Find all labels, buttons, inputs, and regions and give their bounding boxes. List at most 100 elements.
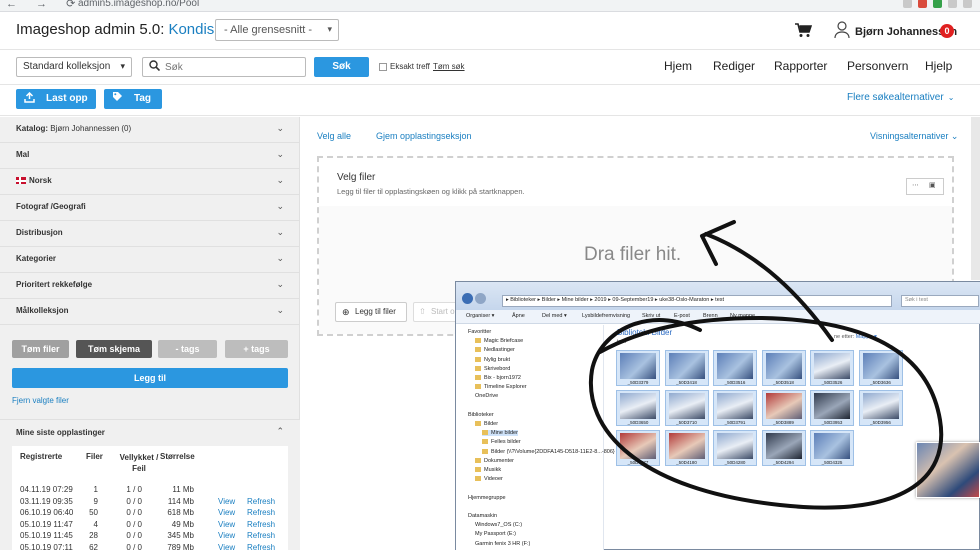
- image-thumbnail[interactable]: _50D4280: [713, 430, 757, 466]
- view-toggle[interactable]: ⋯ ▣: [906, 178, 944, 195]
- extension-icon[interactable]: [933, 0, 942, 8]
- explorer-nav-item[interactable]: Bilder: [475, 421, 498, 427]
- nav-edit[interactable]: Rediger: [713, 59, 755, 73]
- thumbnail-view-icon[interactable]: ▣: [929, 181, 936, 189]
- extension-icon[interactable]: [963, 0, 972, 8]
- explorer-nav-item[interactable]: Felles bilder: [482, 439, 521, 445]
- image-thumbnail[interactable]: _50D3636: [858, 350, 903, 386]
- explorer-nav-item[interactable]: Favoritter: [468, 329, 491, 335]
- explorer-nav-item[interactable]: Musikk: [475, 467, 501, 473]
- extension-icon[interactable]: [948, 0, 957, 8]
- explorer-nav-item[interactable]: Windows7_OS (C:): [475, 522, 522, 528]
- explorer-nav-item[interactable]: Datamaskin: [468, 513, 497, 519]
- nav-privacy[interactable]: Personvern: [847, 59, 908, 73]
- view-link[interactable]: View: [218, 508, 235, 517]
- clear-files-button[interactable]: Tøm filer: [12, 340, 69, 358]
- view-link[interactable]: View: [218, 531, 235, 540]
- explorer-nav-item[interactable]: Bilder (\\?\Volume{2DDFA145-D518-11E2-8.…: [482, 449, 615, 455]
- image-thumbnail[interactable]: _50D4180: [664, 430, 709, 466]
- add-files-button[interactable]: ⊕ Legg til filer: [335, 302, 407, 322]
- image-thumbnail[interactable]: _50D3650: [616, 390, 660, 426]
- tag-button[interactable]: Tag: [104, 89, 162, 109]
- filter-target-collection[interactable]: Målkolleksjon ⌄: [0, 299, 300, 325]
- chevron-up-icon[interactable]: ⌃: [276, 426, 284, 437]
- clear-form-button[interactable]: Tøm skjema: [76, 340, 152, 358]
- explorer-address-bar[interactable]: ▸ Biblioteker ▸ Bilder ▸ Mine bilder ▸ 2…: [502, 295, 892, 307]
- explorer-email[interactable]: E-post: [674, 313, 690, 319]
- cart-icon[interactable]: [795, 23, 813, 42]
- image-thumbnail[interactable]: _50D3953: [810, 390, 854, 426]
- explorer-nav-item[interactable]: Dokumenter: [475, 458, 514, 464]
- image-thumbnail[interactable]: _50D4294: [761, 430, 806, 466]
- collection-select[interactable]: Standard kolleksjon ▾: [16, 57, 132, 77]
- refresh-link[interactable]: Refresh: [247, 543, 275, 550]
- filter-photographer[interactable]: Fotograf /Geografi ⌄: [0, 195, 300, 221]
- remove-tags-button[interactable]: - tags: [158, 340, 217, 358]
- image-thumbnail[interactable]: _50D4077: [616, 430, 660, 466]
- explorer-nav-item[interactable]: Bix - bjorn1972: [475, 375, 521, 381]
- explorer-nav-item[interactable]: Skrivebord: [475, 366, 510, 372]
- explorer-burn[interactable]: Brenn: [703, 313, 718, 319]
- refresh-link[interactable]: Refresh: [247, 520, 275, 529]
- image-thumbnail[interactable]: _50D3418: [664, 350, 709, 386]
- explorer-nav-item[interactable]: My Passport (E:): [475, 531, 516, 537]
- image-thumbnail[interactable]: _50D4325: [810, 430, 854, 466]
- arrange-by[interactable]: ne etter: Mappe ▾: [834, 334, 877, 340]
- exact-match-checkbox[interactable]: [379, 63, 387, 71]
- extension-icon[interactable]: [918, 0, 927, 8]
- add-tags-button[interactable]: + tags: [225, 340, 288, 358]
- view-link[interactable]: View: [218, 497, 235, 506]
- search-input[interactable]: [165, 60, 301, 74]
- image-thumbnail[interactable]: _50D3791: [713, 390, 757, 426]
- list-view-icon[interactable]: ⋯: [912, 181, 919, 189]
- explorer-print[interactable]: Skriv ut: [642, 313, 660, 319]
- clear-search-link[interactable]: Tøm søk: [433, 62, 465, 71]
- image-thumbnail[interactable]: _50D3379: [616, 350, 660, 386]
- filter-categories[interactable]: Kategorier ⌄: [0, 247, 300, 273]
- explorer-nav-item[interactable]: Hjemmegruppe: [468, 495, 506, 501]
- explorer-nav-item[interactable]: Nedlastinger: [475, 347, 515, 353]
- explorer-open[interactable]: Åpne: [512, 313, 525, 319]
- view-options-link[interactable]: Visningsalternativer ⌄: [870, 131, 958, 142]
- view-link[interactable]: View: [218, 520, 235, 529]
- image-thumbnail[interactable]: _50D3526: [810, 350, 854, 386]
- explorer-nav-item[interactable]: Videoer: [475, 476, 503, 482]
- interface-select[interactable]: - Alle grensesnitt - ▾: [215, 19, 339, 41]
- explorer-share[interactable]: Del med ▾: [542, 313, 567, 319]
- explorer-nav-item[interactable]: Timeline Explorer: [475, 384, 527, 390]
- select-all-link[interactable]: Velg alle: [317, 131, 351, 141]
- search-button[interactable]: Søk: [314, 57, 369, 77]
- refresh-link[interactable]: Refresh: [247, 497, 275, 506]
- view-link[interactable]: View: [218, 543, 235, 550]
- upload-button[interactable]: Last opp: [16, 89, 96, 109]
- image-thumbnail[interactable]: _50D3710: [664, 390, 709, 426]
- image-thumbnail[interactable]: _50D3518: [761, 350, 806, 386]
- image-thumbnail[interactable]: _50D3516: [713, 350, 757, 386]
- nav-reports[interactable]: Rapporter: [774, 59, 827, 73]
- nav-help[interactable]: Hjelp: [925, 59, 952, 73]
- image-thumbnail[interactable]: _50D3889: [761, 390, 806, 426]
- filter-template[interactable]: Mal ⌄: [0, 143, 300, 169]
- explorer-search-input[interactable]: Søk i test: [901, 295, 979, 307]
- user-icon[interactable]: [834, 21, 850, 39]
- refresh-link[interactable]: Refresh: [247, 508, 275, 517]
- explorer-nav-item[interactable]: Magic Briefcase: [475, 338, 523, 344]
- forward-icon[interactable]: [475, 293, 486, 304]
- more-search-options-link[interactable]: Flere søkealternativer ⌄: [847, 92, 954, 103]
- remove-selected-files-link[interactable]: Fjern valgte filer: [12, 396, 69, 405]
- brand-name[interactable]: Kondis: [168, 21, 214, 38]
- explorer-nav-item[interactable]: OneDrive: [475, 393, 498, 399]
- explorer-nav-item[interactable]: Garmin fenix 3 HR (F:): [475, 541, 530, 547]
- filter-distribution[interactable]: Distribusjon ⌄: [0, 221, 300, 247]
- explorer-slideshow[interactable]: Lysbildefremvisning: [582, 313, 630, 319]
- back-icon[interactable]: [462, 293, 473, 304]
- add-button[interactable]: Legg til: [12, 368, 288, 388]
- refresh-link[interactable]: Refresh: [247, 531, 275, 540]
- notification-badge[interactable]: 0: [940, 24, 954, 38]
- image-thumbnail[interactable]: _50D3956: [858, 390, 903, 426]
- nav-home[interactable]: Hjem: [664, 59, 692, 73]
- filter-priority[interactable]: Prioritert rekkefølge ⌄: [0, 273, 300, 299]
- explorer-nav-item[interactable]: Mine bilder: [482, 430, 518, 437]
- filter-catalog[interactable]: Katalog: Bjørn Johannessen (0) ⌄: [0, 117, 300, 143]
- explorer-nav-item[interactable]: Biblioteker: [468, 412, 494, 418]
